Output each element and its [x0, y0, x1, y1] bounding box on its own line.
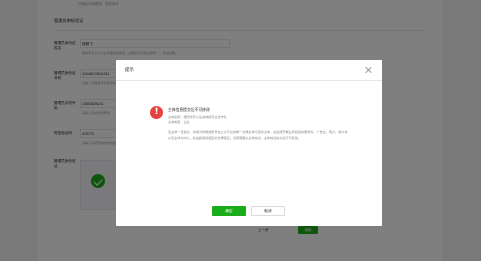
- cancel-button[interactable]: 取消: [251, 206, 285, 216]
- warning-icon: !: [150, 106, 163, 119]
- confirm-button[interactable]: 确定: [212, 206, 246, 216]
- dialog-title: 提示: [125, 67, 134, 72]
- confirm-dialog: 提示 ! 主体信息提交后不可修改 主体名称：濮阳市开心生态种植专业合作社 主体类…: [116, 60, 382, 226]
- message-title: 主体信息提交后不可修改: [168, 108, 210, 112]
- close-icon[interactable]: [365, 66, 372, 73]
- entity-type-line: 主体类型：企业: [168, 120, 190, 124]
- dialog-divider: [116, 80, 382, 81]
- message-body: 该主体一旦提交，将成为你微信账号在公众平台的唯一法律主体与签约主体，在后续开展业…: [168, 130, 348, 140]
